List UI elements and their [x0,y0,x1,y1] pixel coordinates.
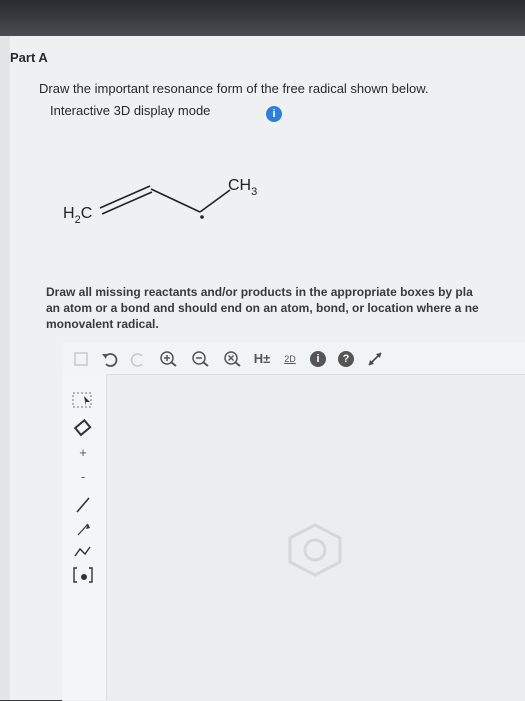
instructions-line-3: monovalent radical. [46,317,159,331]
select-icon[interactable] [72,350,90,368]
instructions: Draw all missing reactants and/or produc… [46,284,525,332]
display-mode-label[interactable]: Interactive 3D display mode [50,103,210,118]
charge-minus-button[interactable]: - [70,466,96,488]
canvas-watermark-icon [288,523,342,577]
hydrogen-toggle-button[interactable]: H± [252,350,272,368]
single-bond-1 [150,188,201,213]
zoom-out-icon[interactable] [190,350,212,368]
h2c-group: H2C [63,205,92,226]
ch3-group: CH3 [228,177,257,198]
part-title: Part A [10,50,48,65]
single-bond-icon[interactable] [70,494,96,516]
single-bond-2 [199,189,231,213]
charge-plus-button[interactable]: + [70,442,96,464]
redo-icon[interactable] [130,350,148,368]
info-icon[interactable]: i [266,106,282,122]
undo-icon[interactable] [100,350,120,368]
browser-top-bar [0,0,525,36]
eraser-icon[interactable] [70,418,96,440]
instructions-line-2: an atom or a bond and should end on an a… [46,301,479,315]
select-arrow-icon[interactable] [70,390,96,412]
bond-tool-icon[interactable] [70,518,96,540]
help-button[interactable]: ? [338,351,354,367]
left-edge [0,36,10,700]
template-bracket-icon[interactable] [70,564,96,586]
expand-icon[interactable] [366,350,384,368]
molecule-structure: H2C CH3 [63,177,257,226]
chain-tool-icon[interactable] [70,540,96,562]
radical-dot [200,215,204,219]
info-button[interactable]: i [310,351,326,367]
question-prompt: Draw the important resonance form of the… [39,81,429,96]
clear-icon[interactable] [222,350,244,368]
mode-2d-button[interactable]: 2D [280,350,300,368]
zoom-in-icon[interactable] [158,350,180,368]
instructions-line-1: Draw all missing reactants and/or produc… [46,285,473,299]
